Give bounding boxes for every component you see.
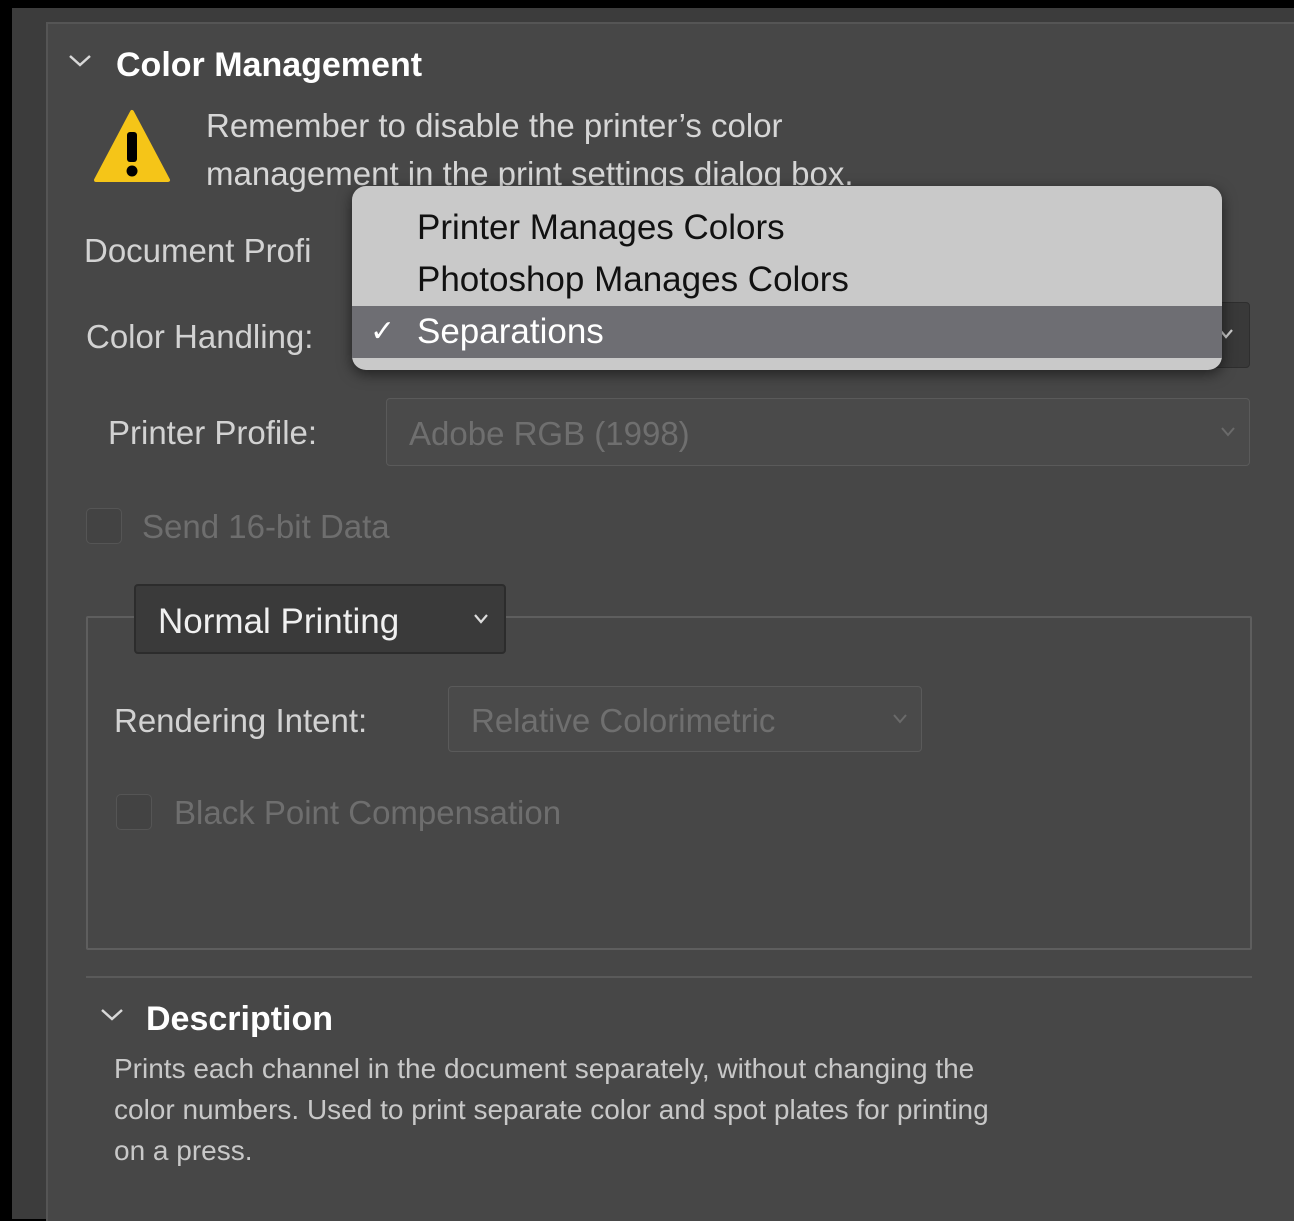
rendering-intent-label: Rendering Intent: xyxy=(114,702,368,739)
printer-profile-label: Printer Profile: xyxy=(108,414,318,451)
printing-mode-select[interactable]: Normal Printing xyxy=(134,584,506,654)
checkmark-icon: ✓ xyxy=(370,315,396,348)
printer-profile-select[interactable]: Adobe RGB (1998) xyxy=(386,398,1250,466)
description-line-3: on a press. xyxy=(114,1135,253,1166)
warning-icon xyxy=(92,108,172,189)
warning-message-line-1: Remember to disable the printer’s color xyxy=(206,107,783,144)
printer-profile-value: Adobe RGB (1998) xyxy=(409,415,690,452)
chevron-down-icon xyxy=(1219,425,1237,444)
menu-item-label: Photoshop Manages Colors xyxy=(417,260,849,299)
chevron-down-icon[interactable] xyxy=(66,48,94,79)
color-handling-menu: Printer Manages Colors Photoshop Manages… xyxy=(352,186,1222,370)
rendering-intent-value: Relative Colorimetric xyxy=(471,702,776,739)
menu-item-label: Printer Manages Colors xyxy=(417,208,785,247)
description-line-1: Prints each channel in the document sepa… xyxy=(114,1053,975,1084)
menu-item-separations[interactable]: ✓ Separations xyxy=(352,306,1222,358)
color-handling-label: Color Handling: xyxy=(86,318,314,355)
document-profile-label: Document Profi xyxy=(84,232,312,269)
black-point-checkbox[interactable] xyxy=(116,794,152,830)
printing-options-group xyxy=(86,616,1252,950)
send-16bit-checkbox[interactable] xyxy=(86,508,122,544)
black-point-label: Black Point Compensation xyxy=(174,794,562,831)
section-title-color-management[interactable]: Color Management xyxy=(116,46,422,85)
menu-item-printer-manages-colors[interactable]: Printer Manages Colors xyxy=(352,202,1222,254)
chevron-down-icon xyxy=(472,612,490,631)
rendering-intent-select[interactable]: Relative Colorimetric xyxy=(448,686,922,752)
description-line-2: color numbers. Used to print separate co… xyxy=(114,1094,989,1125)
section-title-description[interactable]: Description xyxy=(146,1000,333,1039)
menu-item-label: Separations xyxy=(417,312,604,351)
chevron-down-icon[interactable] xyxy=(98,1002,126,1033)
printing-mode-value: Normal Printing xyxy=(158,602,400,641)
chevron-down-icon xyxy=(891,712,909,731)
section-divider xyxy=(86,976,1252,978)
menu-item-photoshop-manages-colors[interactable]: Photoshop Manages Colors xyxy=(352,254,1222,306)
send-16bit-label: Send 16-bit Data xyxy=(142,508,390,545)
